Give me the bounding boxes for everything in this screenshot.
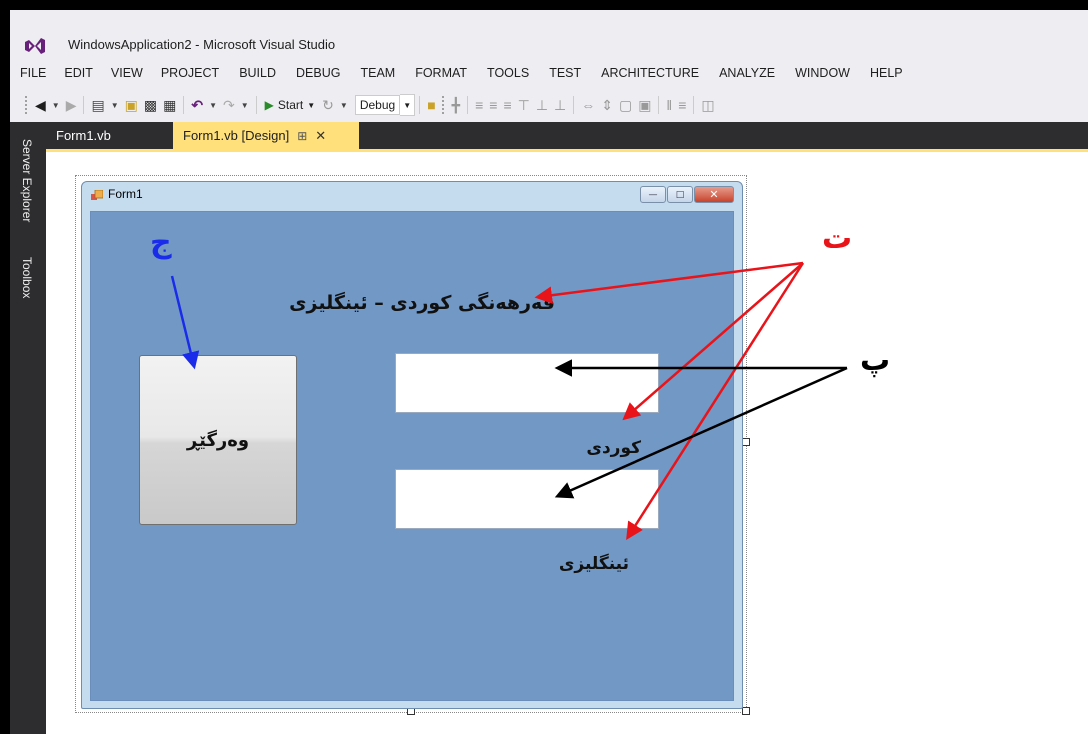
menu-test[interactable]: TEST xyxy=(549,66,581,80)
save-icon[interactable]: ▩ xyxy=(141,95,160,115)
new-project-icon[interactable]: ▤ xyxy=(88,95,107,115)
toolbar-separator xyxy=(467,96,469,114)
horizontal-spacing-icon[interactable]: ‖ xyxy=(663,95,675,115)
tab-form1-design[interactable]: Form1.vb [Design] ⊞ ✕ xyxy=(173,122,359,149)
solution-configuration-select[interactable]: Debug xyxy=(354,95,401,115)
start-label: Start xyxy=(277,98,304,112)
translate-button[interactable]: وەرگێڕ xyxy=(139,355,297,525)
menu-file[interactable]: FILE xyxy=(20,66,46,80)
align-tops-icon[interactable]: ⊤ xyxy=(515,95,533,115)
vertical-spacing-icon[interactable]: ≡ xyxy=(675,95,689,115)
back-icon[interactable]: ◀ xyxy=(32,95,49,115)
left-dock-strip: Server Explorer Toolbox xyxy=(10,122,46,734)
undo-icon[interactable]: ↶ xyxy=(188,95,206,115)
bring-to-front-icon[interactable]: ◫ xyxy=(698,95,717,115)
make-same-size-icon[interactable]: ▢ xyxy=(616,95,635,115)
toolbar-separator xyxy=(693,96,695,114)
visual-studio-window: WindowsApplication2 - Microsoft Visual S… xyxy=(10,10,1088,734)
dropdown-arrow-icon[interactable]: ▼ xyxy=(337,95,351,115)
menu-debug[interactable]: DEBUG xyxy=(296,66,340,80)
form-client-area: فەرهەنگی کوردی – ئینگلیزی کوردی ئینگلیزی… xyxy=(90,211,734,701)
size-to-grid-icon[interactable]: ▣ xyxy=(635,95,654,115)
form-window-buttons: — □ ✕ xyxy=(639,186,734,203)
form-icon xyxy=(91,190,103,200)
kurdish-label: کوردی xyxy=(586,438,641,458)
close-icon[interactable]: ✕ xyxy=(315,128,326,144)
align-bottoms-icon[interactable]: ⊥ xyxy=(551,95,569,115)
chevron-down-icon[interactable]: ▼ xyxy=(400,94,416,116)
menu-build[interactable]: BUILD xyxy=(239,66,276,80)
tab-label: Form1.vb xyxy=(56,128,111,143)
toolbar-separator xyxy=(573,96,575,114)
toolbox-tab[interactable]: Toolbox xyxy=(14,246,40,310)
align-centers-icon[interactable]: ≡ xyxy=(486,95,500,115)
english-input[interactable] xyxy=(395,469,659,529)
dropdown-arrow-icon[interactable]: ▼ xyxy=(238,95,252,115)
dropdown-arrow-icon[interactable]: ▼ xyxy=(108,95,122,115)
play-icon: ▶ xyxy=(264,98,274,112)
toolbar-grip-icon[interactable] xyxy=(440,95,445,115)
refresh-icon[interactable]: ↻ xyxy=(319,95,337,115)
tab-form1-vb[interactable]: Form1.vb xyxy=(46,122,166,149)
open-file-icon[interactable]: ▣ xyxy=(122,95,141,115)
menu-project[interactable]: PROJECT xyxy=(161,66,219,80)
standard-toolbar: ◀ ▼ ▶ ▤ ▼ ▣ ▩ ▦ ↶ ▼ ↷ ▼ ▶ Start ▼ ↻ ▼ De… xyxy=(10,88,1088,122)
menu-analyze[interactable]: ANALYZE xyxy=(719,66,775,80)
resize-handle[interactable] xyxy=(742,707,750,715)
save-all-icon[interactable]: ▦ xyxy=(160,95,179,115)
menu-help[interactable]: HELP xyxy=(870,66,903,80)
dropdown-arrow-icon[interactable]: ▼ xyxy=(307,101,315,110)
align-to-grid-icon[interactable]: ╋ xyxy=(449,95,463,115)
menu-format[interactable]: FORMAT xyxy=(415,66,467,80)
toolbar-separator xyxy=(419,96,421,114)
make-same-height-icon[interactable]: ⇕ xyxy=(598,95,616,115)
designer-surface: Form1 — □ ✕ فەرهەنگی کوردی – ئینگلیزی کو… xyxy=(46,152,1088,734)
align-lefts-icon[interactable]: ≡ xyxy=(472,95,486,115)
align-middles-icon[interactable]: ⊥ xyxy=(533,95,551,115)
document-tab-bar: Form1.vb Form1.vb [Design] ⊞ ✕ xyxy=(46,122,1088,152)
dropdown-arrow-icon[interactable]: ▼ xyxy=(206,95,220,115)
menu-window[interactable]: WINDOW xyxy=(795,66,850,80)
resize-handle[interactable] xyxy=(742,438,750,446)
form-title: Form1 xyxy=(108,187,143,201)
pin-icon[interactable]: ⊞ xyxy=(297,129,307,143)
menu-team[interactable]: TEAM xyxy=(360,66,395,80)
form1-window[interactable]: Form1 — □ ✕ فەرهەنگی کوردی – ئینگلیزی کو… xyxy=(81,181,743,709)
align-rights-icon[interactable]: ≡ xyxy=(500,95,514,115)
toolbar-grip-icon[interactable] xyxy=(24,95,28,115)
start-debugging-button[interactable]: ▶ Start ▼ xyxy=(261,98,320,112)
window-title: WindowsApplication2 - Microsoft Visual S… xyxy=(68,37,336,52)
menu-view[interactable]: VIEW xyxy=(111,66,143,80)
toolbar-separator xyxy=(658,96,660,114)
maximize-icon[interactable]: □ xyxy=(667,186,693,203)
menu-edit[interactable]: EDIT xyxy=(64,66,92,80)
visual-studio-logo-icon xyxy=(25,38,45,54)
menu-bar: FILE EDIT VIEW PROJECT BUILD DEBUG TEAM … xyxy=(20,60,903,86)
kurdish-input[interactable] xyxy=(395,353,659,413)
tab-label: Form1.vb [Design] xyxy=(183,128,290,143)
redo-icon[interactable]: ↷ xyxy=(220,95,238,115)
toolbar-separator xyxy=(83,96,85,114)
dropdown-arrow-icon[interactable]: ▼ xyxy=(49,95,63,115)
forward-icon[interactable]: ▶ xyxy=(63,95,80,115)
find-in-files-icon[interactable]: ■ xyxy=(424,95,438,115)
server-explorer-tab[interactable]: Server Explorer xyxy=(14,126,40,236)
menu-tools[interactable]: TOOLS xyxy=(487,66,529,80)
english-label: ئینگلیزی xyxy=(558,554,629,574)
close-icon[interactable]: ✕ xyxy=(694,186,734,203)
dictionary-title-label: فەرهەنگی کوردی – ئینگلیزی xyxy=(289,292,555,314)
minimize-icon[interactable]: — xyxy=(640,186,666,203)
toolbar-separator xyxy=(255,96,257,114)
toolbar-separator xyxy=(183,96,185,114)
make-same-width-icon[interactable]: ⇔ xyxy=(578,95,598,115)
menu-architecture[interactable]: ARCHITECTURE xyxy=(601,66,699,80)
